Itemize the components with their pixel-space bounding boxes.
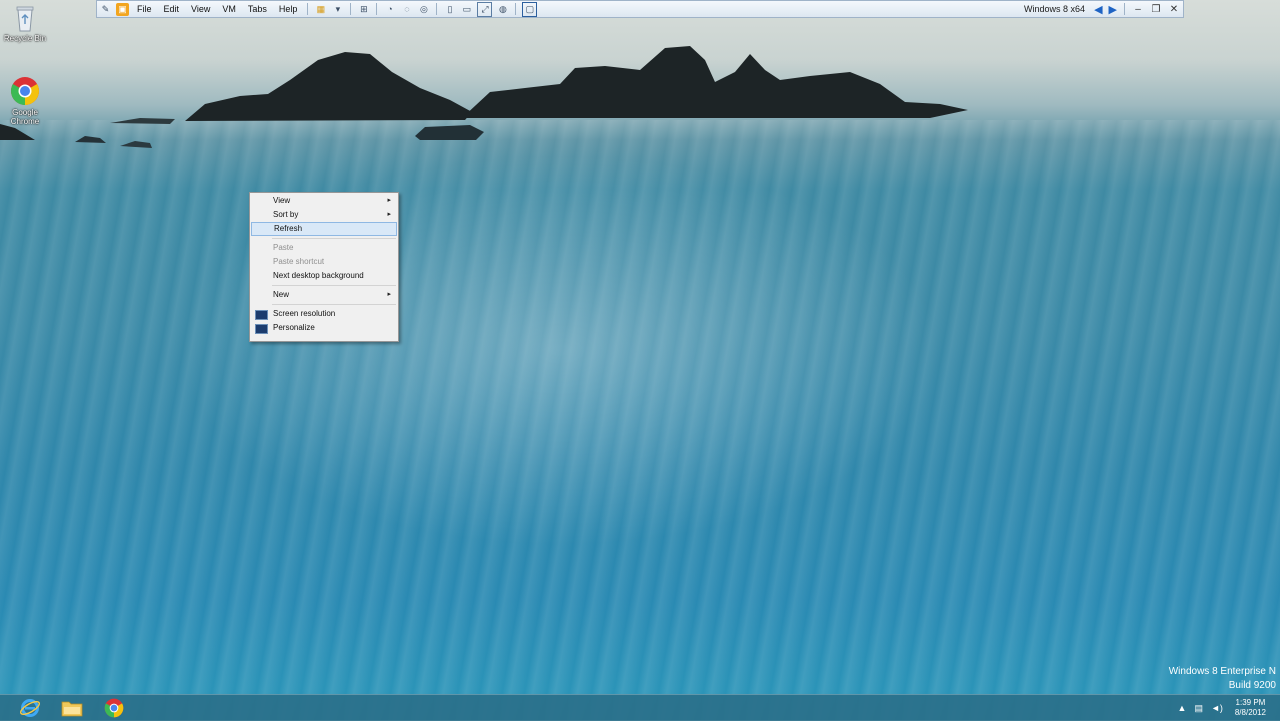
menu-edit[interactable]: Edit <box>164 4 180 14</box>
menu-separator <box>272 285 396 286</box>
toolbar-separator <box>376 3 378 15</box>
recycle-bin-icon <box>15 4 35 32</box>
network-icon[interactable]: ▤ <box>1194 703 1203 714</box>
file-explorer-icon <box>61 701 83 717</box>
network-icon[interactable]: ⊞ <box>357 3 370 16</box>
toolbar-separator <box>515 3 517 15</box>
taskbar-app-internet-explorer[interactable] <box>10 697 50 719</box>
menu-item-next-desktop-background[interactable]: Next desktop background <box>251 269 397 283</box>
personalize-icon <box>255 324 268 334</box>
fullscreen-icon[interactable]: ⤢ <box>477 1 493 17</box>
menu-view[interactable]: View <box>191 4 210 14</box>
vm-title: Windows 8 x64 <box>1024 4 1086 14</box>
taskbar-clock[interactable]: 1:39 PM 8/8/2012 <box>1235 698 1266 718</box>
toolbar-separator <box>307 3 309 15</box>
taskbar-app-chrome[interactable] <box>94 697 134 719</box>
unity-icon[interactable]: ◍ <box>496 3 509 16</box>
snapshot-manager-icon[interactable]: ◎ <box>417 3 430 16</box>
watermark-edition: Windows 8 Enterprise N <box>1168 666 1276 677</box>
menu-item-label: Next desktop background <box>273 271 364 280</box>
rock-silhouettes <box>0 46 968 148</box>
menu-item-label: Sort by <box>273 210 299 219</box>
clock-date: 8/8/2012 <box>1234 708 1266 717</box>
toolbar-separator <box>1124 3 1125 15</box>
menu-item-label: New <box>273 290 290 299</box>
menu-item-label: View <box>273 196 291 205</box>
menu-item-label: Personalize <box>273 323 315 332</box>
minimize-icon[interactable]: – <box>1129 4 1147 15</box>
os-build-watermark: Windows 8 Enterprise N Build 9200 <box>1169 665 1276 693</box>
menu-item-label: Screen resolution <box>273 309 336 318</box>
desktop-background[interactable] <box>0 0 1280 720</box>
menu-item-personalize[interactable]: Personalize <box>251 321 397 335</box>
library-icon[interactable]: ▦ <box>314 3 327 16</box>
pin-icon[interactable]: ✎ <box>99 3 112 16</box>
menu-item-refresh[interactable]: Refresh <box>251 222 397 236</box>
desktop-icon-label: Recycle Bin <box>3 34 47 43</box>
submenu-arrow-icon: ▸ <box>387 197 391 204</box>
wave-streaks <box>0 120 1280 720</box>
desktop-context-menu: View ▸ Sort by ▸ Refresh Paste Paste sho… <box>249 192 399 342</box>
menu-separator <box>272 304 396 305</box>
clock-time: 1:39 PM <box>1235 698 1266 707</box>
menu-item-view[interactable]: View ▸ <box>251 194 397 208</box>
toolbar-separator <box>436 3 438 15</box>
close-icon[interactable]: ✕ <box>1165 4 1183 15</box>
snapshot-icon[interactable]: ◔ <box>383 3 396 16</box>
menu-item-label: Paste <box>273 243 294 252</box>
system-tray: ▲ ▤ ◄) 1:39 PM 8/8/2012 <box>1174 695 1280 721</box>
watermark-build: Build 9200 <box>1228 680 1276 691</box>
dropdown-arrow-icon[interactable]: ▾ <box>331 3 344 16</box>
chrome-icon <box>104 698 124 718</box>
desktop-icon-chrome[interactable]: Google Chrome <box>1 76 49 126</box>
desktop-icon-label: Google Chrome <box>10 108 40 126</box>
sidebar-icon[interactable]: ▯ <box>443 3 456 16</box>
menu-help[interactable]: Help <box>279 4 298 14</box>
submenu-arrow-icon: ▸ <box>387 291 391 298</box>
submenu-arrow-icon: ▸ <box>387 211 391 218</box>
vm-toolbar: ✎ ▣ File Edit View VM Tabs Help ▦ ▾ ⊞ ◔ … <box>96 0 1184 18</box>
internet-explorer-icon <box>19 699 41 717</box>
thumbnail-icon[interactable]: ▭ <box>460 3 473 16</box>
menu-vm[interactable]: VM <box>222 4 236 14</box>
menu-item-paste-shortcut[interactable]: Paste shortcut <box>251 255 397 269</box>
display-icon <box>255 310 268 320</box>
revert-icon[interactable]: ◌ <box>400 3 413 16</box>
restore-icon[interactable]: ❐ <box>1147 4 1165 15</box>
menu-item-label: Paste shortcut <box>273 257 325 266</box>
back-arrow-icon[interactable]: ◀ <box>1094 3 1102 16</box>
toolbar-separator <box>350 3 352 15</box>
menu-item-screen-resolution[interactable]: Screen resolution <box>251 307 397 321</box>
show-hidden-icons-icon[interactable]: ▲ <box>1178 703 1187 713</box>
taskbar: ▲ ▤ ◄) 1:39 PM 8/8/2012 <box>0 694 1280 721</box>
chrome-icon <box>10 76 40 106</box>
vm-title-area: Windows 8 x64 ◀ ▶ – ❐ ✕ <box>1024 3 1183 16</box>
menu-item-sort-by[interactable]: Sort by ▸ <box>251 208 397 222</box>
volume-icon[interactable]: ◄) <box>1211 703 1223 713</box>
menu-item-new[interactable]: New ▸ <box>251 288 397 302</box>
menu-separator <box>272 238 396 239</box>
console-view-icon[interactable]: ▢ <box>522 1 538 17</box>
menu-file[interactable]: File <box>137 4 152 14</box>
menu-tabs[interactable]: Tabs <box>248 4 267 14</box>
vmware-icon[interactable]: ▣ <box>116 2 129 16</box>
desktop-icon-recycle-bin[interactable]: Recycle Bin <box>1 4 49 43</box>
menu-item-paste[interactable]: Paste <box>251 241 397 255</box>
forward-arrow-icon[interactable]: ▶ <box>1109 3 1117 16</box>
menu-item-label: Refresh <box>274 224 303 233</box>
taskbar-app-file-explorer[interactable] <box>52 697 92 719</box>
